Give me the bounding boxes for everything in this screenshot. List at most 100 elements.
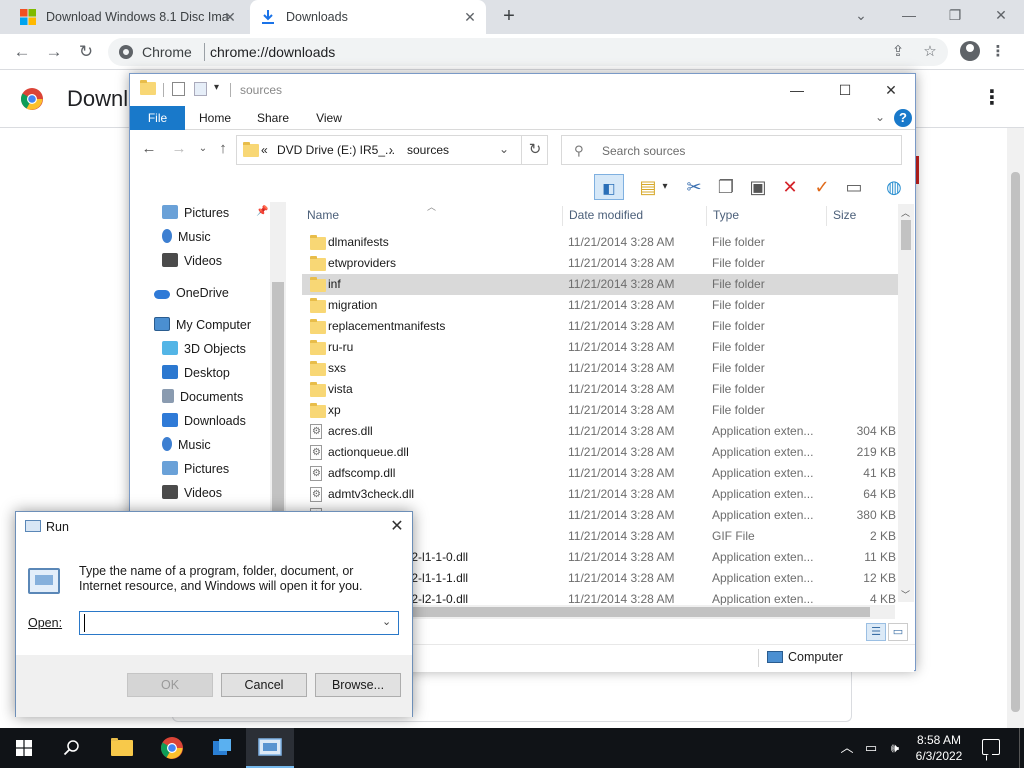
column-header-date[interactable]: Date modified <box>549 202 693 228</box>
back-arrow-icon[interactable]: ← <box>11 41 33 63</box>
table-row[interactable]: adfscomp.dll 11/21/2014 3:28 AM Applicatio… <box>302 463 898 484</box>
browser-menu-icon[interactable]: ⋮ <box>988 42 1008 62</box>
file-list-hscrollbar[interactable] <box>400 605 895 619</box>
customize-qat-icon[interactable]: ▾ <box>214 82 230 98</box>
expand-ribbon-icon[interactable]: ⌄ <box>875 110 885 124</box>
search-box[interactable]: ⚲ Search sources <box>561 135 902 165</box>
taskbar-run[interactable] <box>246 728 294 768</box>
chevron-up-icon[interactable]: ︿ <box>838 738 856 758</box>
recent-locations-icon[interactable]: ⌄ <box>194 140 212 158</box>
delete-icon[interactable]: ✕ <box>776 174 804 200</box>
checkmark-icon[interactable]: ✓ <box>808 174 836 200</box>
scrollbar-thumb[interactable] <box>1011 172 1020 712</box>
taskbar-file-explorer[interactable] <box>98 728 146 768</box>
forward-arrow-icon[interactable]: → <box>170 140 188 158</box>
url-text[interactable]: chrome://downloads <box>210 44 335 60</box>
properties-icon[interactable] <box>172 82 185 96</box>
table-row[interactable]: migration 11/21/2014 3:28 AM File folder <box>302 295 898 316</box>
column-header-name[interactable]: Name <box>287 202 563 228</box>
table-row[interactable]: acres.dll 11/21/2014 3:28 AM Application e… <box>302 421 898 442</box>
tab-view[interactable]: View <box>306 106 352 130</box>
taskbar-app[interactable] <box>198 728 246 768</box>
back-arrow-icon[interactable]: ← <box>140 140 158 158</box>
search-button[interactable] <box>48 728 96 768</box>
taskbar-chrome[interactable] <box>148 728 196 768</box>
close-tab-icon[interactable]: ✕ <box>462 9 478 25</box>
volume-icon[interactable]: 🕪 <box>886 738 904 758</box>
new-tab-button[interactable]: + <box>498 6 520 28</box>
browse-button[interactable]: Browse... <box>315 673 401 697</box>
nav-item-downloads[interactable]: Downloads <box>162 410 246 432</box>
chevron-down-icon[interactable]: ⌄ <box>846 4 876 26</box>
details-view-icon[interactable]: ☰ <box>866 623 886 641</box>
tab-home[interactable]: Home <box>192 106 238 130</box>
breadcrumb-dvd-drive[interactable]: DVD Drive (E:) IR5_... <box>277 143 395 157</box>
table-row[interactable]: ru-ru 11/21/2014 3:28 AM File folder <box>302 337 898 358</box>
breadcrumb-sources[interactable]: sources <box>407 143 449 157</box>
column-header-size[interactable]: Size <box>813 202 883 228</box>
help-icon[interactable]: ? <box>894 109 912 127</box>
minimize-icon[interactable]: — <box>774 78 820 102</box>
cancel-button[interactable]: Cancel <box>221 673 307 697</box>
tab-share[interactable]: Share <box>250 106 296 130</box>
table-row[interactable]: xp 11/21/2014 3:28 AM File folder <box>302 400 898 421</box>
table-row[interactable]: etwproviders 11/21/2014 3:28 AM File folde… <box>302 253 898 274</box>
restore-icon[interactable]: ❐ <box>940 4 970 26</box>
nav-item-music[interactable]: Music <box>162 434 211 456</box>
nav-item-documents[interactable]: Documents <box>162 386 243 408</box>
globe-icon[interactable]: ◍ <box>880 174 908 200</box>
new-folder-icon[interactable] <box>194 82 207 96</box>
table-row[interactable]: replacementmanifests 11/21/2014 3:28 AM Fi… <box>302 316 898 337</box>
share-icon[interactable]: ⇪ <box>888 42 908 62</box>
profile-avatar[interactable] <box>960 41 980 61</box>
notifications-icon[interactable] <box>982 739 1000 755</box>
maximize-icon[interactable]: ☐ <box>822 78 868 102</box>
close-icon[interactable]: ✕ <box>868 78 914 102</box>
breadcrumb-overflow[interactable]: « <box>261 143 268 157</box>
show-desktop-button[interactable] <box>1019 728 1020 768</box>
scroll-down-icon[interactable]: ﹀ <box>901 588 910 601</box>
tab-downloads[interactable]: Downloads ✕ <box>250 0 486 34</box>
refresh-icon[interactable]: ↻ <box>521 136 548 164</box>
start-button[interactable] <box>0 728 48 768</box>
file-list-scrollbar[interactable]: ︿ ﹀ <box>898 204 914 602</box>
table-row[interactable]: sxs 11/21/2014 3:28 AM File folder <box>302 358 898 379</box>
ok-button[interactable]: OK <box>127 673 213 697</box>
breadcrumb-separator[interactable]: › <box>389 143 393 157</box>
system-clock[interactable]: 8:58 AM 6/3/2022 <box>906 732 972 764</box>
close-icon[interactable]: ✕ <box>986 4 1016 26</box>
up-arrow-icon[interactable]: ↑ <box>214 140 232 158</box>
tab-windows-download[interactable]: Download Windows 8.1 Disc Ima ✕ <box>10 0 246 34</box>
forward-arrow-icon[interactable]: → <box>43 41 65 63</box>
nav-item-music[interactable]: Music <box>162 226 211 248</box>
dropdown-icon[interactable]: ▾ <box>658 174 672 200</box>
table-row[interactable]: vista 11/21/2014 3:28 AM File folder <box>302 379 898 400</box>
chevron-down-icon[interactable]: ⌄ <box>382 615 391 628</box>
large-icons-view-icon[interactable]: ▭ <box>888 623 908 641</box>
bookmark-star-icon[interactable]: ☆ <box>920 42 940 62</box>
nav-item-my-computer[interactable]: My Computer <box>154 314 251 336</box>
scrollbar-thumb[interactable] <box>901 220 911 250</box>
nav-item-onedrive[interactable]: OneDrive <box>154 282 229 304</box>
network-icon[interactable]: ▭ <box>862 738 880 758</box>
paste-icon[interactable]: ▣ <box>744 174 772 200</box>
reload-icon[interactable]: ↻ <box>75 41 97 63</box>
column-header-type[interactable]: Type <box>693 202 813 228</box>
nav-item-pictures[interactable]: Pictures <box>162 458 229 480</box>
table-row[interactable]: actionqueue.dll 11/21/2014 3:28 AM Applica… <box>302 442 898 463</box>
explorer-address-bar[interactable]: « DVD Drive (E:) IR5_... › sources ⌄ ↻ <box>236 135 548 165</box>
minimize-icon[interactable]: — <box>894 4 924 26</box>
close-icon[interactable]: ✕ <box>386 516 408 538</box>
open-combobox[interactable]: ⌄ <box>79 611 399 635</box>
table-row[interactable]: dlmanifests 11/21/2014 3:28 AM File folder <box>302 232 898 253</box>
scroll-up-icon[interactable]: ︿ <box>901 206 910 219</box>
cut-icon[interactable]: ✂ <box>680 174 708 200</box>
open-input[interactable] <box>84 614 374 632</box>
tab-file[interactable]: File <box>130 106 185 130</box>
nav-item-desktop[interactable]: Desktop <box>162 362 230 384</box>
preview-pane-icon[interactable]: ◧ <box>594 174 624 200</box>
table-row[interactable]: inf 11/21/2014 3:28 AM File folder <box>302 274 898 295</box>
more-options-icon[interactable]: ⋮ <box>982 87 1002 111</box>
close-tab-icon[interactable]: ✕ <box>222 9 238 25</box>
copy-icon[interactable]: ❐ <box>712 174 740 200</box>
